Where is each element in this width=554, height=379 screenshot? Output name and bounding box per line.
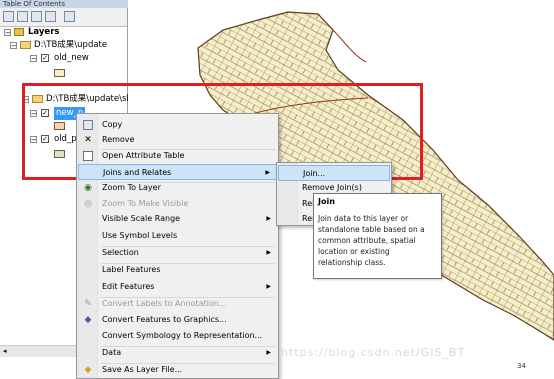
submenu-arrow-icon: ▶ — [266, 215, 271, 222]
convert-labels-icon: ✎ — [84, 299, 92, 309]
menu-item-visible-scale-range[interactable]: Visible Scale Range ▶ — [78, 211, 277, 227]
layers-label: Layers — [28, 27, 60, 37]
submenu-arrow-icon: ▶ — [266, 249, 271, 256]
join-tooltip: Join Join data to this layer or standalo… — [313, 193, 442, 279]
submenu-item-join[interactable]: Join... — [278, 165, 390, 181]
menu-item-selection[interactable]: Selection ▶ — [78, 245, 277, 261]
zoom-visible-icon: ◎ — [84, 199, 92, 209]
menu-label: Label Features — [102, 265, 161, 274]
menu-label: Edit Features — [102, 282, 155, 291]
layer-context-menu: Copy ✕ Remove Open Attribute Table Joins… — [76, 113, 279, 379]
remove-icon: ✕ — [84, 135, 92, 145]
menu-label: Data — [102, 348, 122, 357]
menu-label: Open Attribute Table — [102, 151, 185, 160]
layer-name: old_new — [54, 53, 89, 63]
status-text: 34 — [517, 362, 526, 370]
table-icon — [83, 151, 93, 161]
menu-label: Remove — [102, 135, 135, 144]
menu-label: Save As Layer File... — [102, 365, 183, 374]
menu-label: Convert Features to Graphics... — [102, 315, 227, 324]
list-by-visibility-icon[interactable] — [31, 11, 42, 22]
menu-label: Selection — [102, 248, 139, 257]
collapse-icon[interactable]: − — [4, 29, 11, 37]
menu-item-joins-and-relates[interactable]: Joins and Relates ▶ — [78, 164, 277, 180]
collapse-icon[interactable]: − — [10, 42, 17, 50]
menu-item-edit-features[interactable]: Edit Features ▶ — [78, 279, 277, 295]
submenu-arrow-icon: ▶ — [265, 169, 270, 176]
menu-item-open-attribute-table[interactable]: Open Attribute Table — [78, 148, 277, 164]
menu-label: Zoom To Layer — [102, 183, 161, 192]
menu-label: Zoom To Make Visible — [102, 199, 189, 208]
toc-toolbar — [0, 8, 127, 27]
menu-item-zoom-to-layer[interactable]: ◉ Zoom To Layer — [78, 180, 277, 196]
toc-title: Table Of Contents — [0, 0, 130, 8]
menu-label: Joins and Relates — [103, 168, 172, 177]
menu-item-remove[interactable]: ✕ Remove — [78, 132, 277, 148]
tooltip-title: Join — [318, 197, 335, 206]
menu-label: Convert Labels to Annotation... — [102, 299, 227, 308]
menu-item-zoom-to-make-visible[interactable]: ◎ Zoom To Make Visible — [78, 196, 277, 212]
copy-icon — [83, 120, 93, 130]
list-by-drawing-order-icon[interactable] — [3, 11, 14, 22]
layers-icon — [14, 28, 24, 36]
menu-label: Copy — [102, 120, 123, 129]
menu-item-copy[interactable]: Copy — [78, 117, 277, 133]
menu-item-convert-symbology[interactable]: Convert Symbology to Representation... — [78, 328, 277, 344]
convert-graphics-icon: ◆ — [84, 315, 92, 325]
folder-icon — [20, 41, 31, 49]
menu-label: Convert Symbology to Representation... — [102, 331, 263, 340]
list-by-selection-icon[interactable] — [45, 11, 56, 22]
menu-label: Visible Scale Range — [102, 214, 181, 223]
options-icon[interactable] — [64, 11, 75, 22]
menu-item-save-as-layer-file[interactable]: ◆ Save As Layer File... — [78, 362, 277, 378]
menu-item-convert-labels[interactable]: ✎ Convert Labels to Annotation... — [78, 296, 277, 312]
menu-item-data[interactable]: Data ▶ — [78, 345, 277, 361]
scroll-left-icon[interactable]: ◂ — [3, 347, 7, 355]
symbol-swatch[interactable] — [54, 69, 65, 77]
menu-item-label-features[interactable]: Label Features — [78, 262, 277, 278]
list-by-source-icon[interactable] — [17, 11, 28, 22]
submenu-arrow-icon: ▶ — [266, 283, 271, 290]
menu-item-use-symbol-levels[interactable]: Use Symbol Levels — [78, 228, 277, 244]
submenu-arrow-icon: ▶ — [266, 349, 271, 356]
watermark: https://blog.csdn.net/GIS_BT — [281, 346, 466, 359]
visibility-checkbox[interactable]: ✓ — [41, 54, 49, 62]
group1-path: D:\TB成果\update — [34, 40, 108, 50]
zoom-globe-icon: ◉ — [84, 183, 92, 193]
menu-label: Use Symbol Levels — [102, 231, 178, 240]
collapse-icon[interactable]: − — [30, 55, 37, 63]
menu-item-convert-features[interactable]: ◆ Convert Features to Graphics... — [78, 312, 277, 328]
tooltip-body: Join data to this layer or standalone ta… — [318, 214, 425, 267]
